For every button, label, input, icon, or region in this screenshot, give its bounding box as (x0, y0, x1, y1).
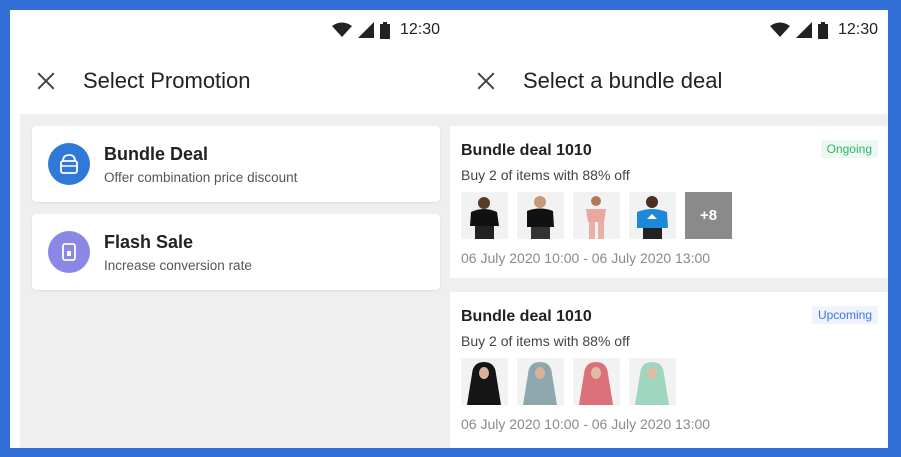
deal-date-range: 06 July 2020 10:00 - 06 July 2020 13:00 (461, 416, 711, 432)
deal-title: Bundle deal 1010 (461, 308, 592, 325)
deal-date-range: 06 July 2020 10:00 - 06 July 2020 13:00 (461, 250, 711, 266)
close-icon[interactable] (475, 70, 497, 92)
product-thumbnails: +8 (461, 192, 732, 239)
battery-icon (817, 21, 828, 39)
promotion-title: Bundle Deal (104, 143, 209, 164)
more-products-thumbnail[interactable]: +8 (685, 192, 732, 239)
select-promotion-screen: 12:30 Select Promotion Bundle Deal Offer… (10, 10, 450, 448)
product-thumbnail-black-tshirt (461, 192, 508, 239)
app-bar: Select Promotion (10, 50, 450, 112)
select-bundle-deal-screen: 12:30 Select a bundle deal Bundle deal 1… (450, 10, 888, 448)
product-thumbnail-black-tshirt (517, 192, 564, 239)
product-thumbnail-pink-outfit (573, 192, 620, 239)
product-thumbnails (461, 358, 676, 405)
product-thumbnail-grey-hijab (517, 358, 564, 405)
close-icon[interactable] (35, 70, 57, 92)
promotion-subtitle: Increase conversion rate (104, 257, 252, 273)
battery-icon (379, 21, 390, 39)
cellular-signal-icon (795, 22, 812, 38)
product-thumbnail-black-hijab (461, 358, 508, 405)
status-badge: Upcoming (811, 306, 878, 324)
product-thumbnail-mint-hijab (629, 358, 676, 405)
status-bar: 12:30 (450, 10, 888, 50)
page-title: Select a bundle deal (523, 68, 723, 93)
promotion-title: Flash Sale (104, 231, 194, 252)
bundle-deal-card-ongoing[interactable]: Bundle deal 1010 Ongoing Buy 2 of items … (450, 126, 888, 278)
app-bar: Select a bundle deal (450, 50, 888, 112)
promotion-list: Bundle Deal Offer combination price disc… (20, 114, 450, 448)
status-bar: 12:30 (10, 10, 450, 50)
promotion-subtitle: Offer combination price discount (104, 169, 298, 185)
product-thumbnail-blue-adidas-tshirt (629, 192, 676, 239)
page-title: Select Promotion (83, 68, 251, 93)
deal-description: Buy 2 of items with 88% off (461, 167, 630, 183)
wifi-icon (769, 22, 790, 37)
deal-description: Buy 2 of items with 88% off (461, 333, 630, 349)
status-badge: Ongoing (820, 140, 878, 158)
status-time: 12:30 (837, 21, 878, 38)
product-thumbnail-pink-hijab (573, 358, 620, 405)
bag-icon (48, 143, 90, 185)
deal-title: Bundle deal 1010 (461, 142, 592, 159)
cellular-signal-icon (357, 22, 374, 38)
bundle-deal-card-upcoming[interactable]: Bundle deal 1010 Upcoming Buy 2 of items… (450, 292, 888, 448)
wifi-icon (331, 22, 352, 37)
status-time: 12:30 (399, 21, 440, 38)
promotion-option-flash-sale[interactable]: Flash Sale Increase conversion rate (32, 214, 440, 290)
flash-sale-icon (48, 231, 90, 273)
promotion-option-bundle-deal[interactable]: Bundle Deal Offer combination price disc… (32, 126, 440, 202)
bundle-deal-list: Bundle deal 1010 Ongoing Buy 2 of items … (450, 114, 888, 448)
